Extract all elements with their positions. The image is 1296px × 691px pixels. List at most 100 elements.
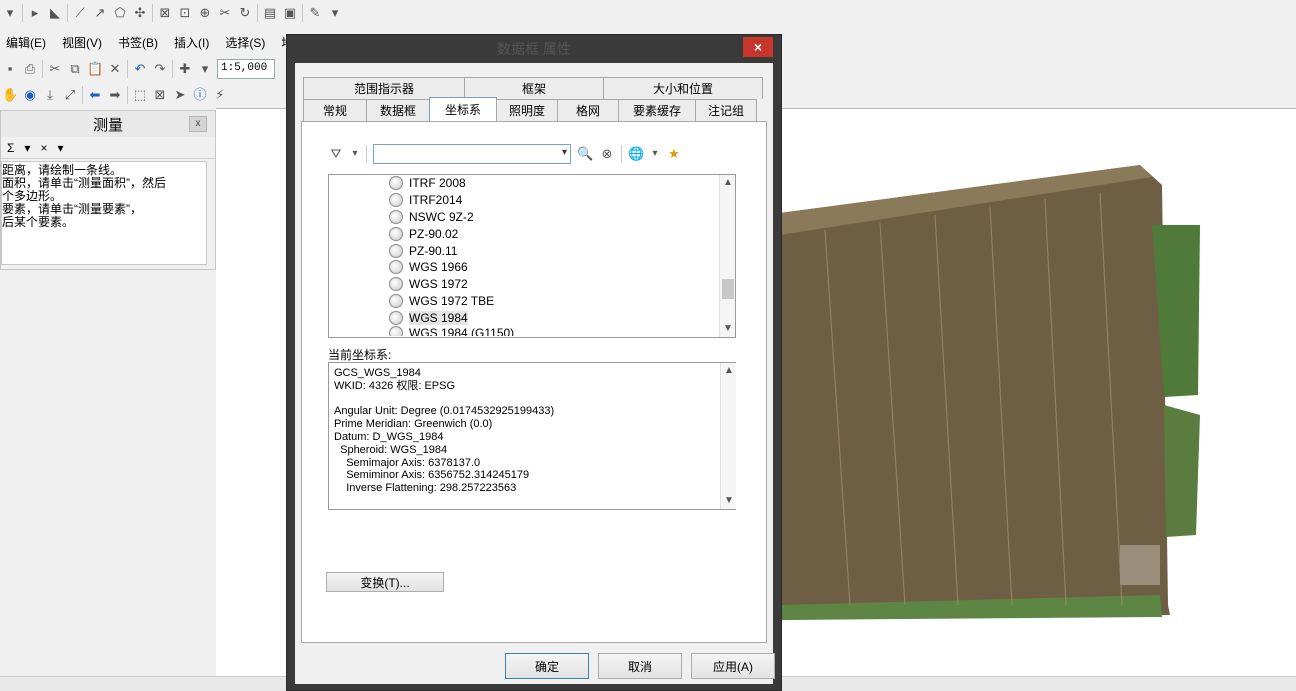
- paste-icon[interactable]: 📋: [87, 61, 103, 77]
- menu-insert[interactable]: 插入(I): [174, 34, 209, 51]
- globe-icon: [389, 176, 403, 191]
- map-scale-input[interactable]: 1:5,000: [217, 59, 275, 79]
- data-frame-properties-dialog: 数据框 属性 × 范围指示器 框架 大小和位置 常规 数据框 坐标系 照明度 格…: [286, 34, 782, 691]
- select-features-icon[interactable]: ⬚: [132, 87, 148, 103]
- rotate-icon[interactable]: ↻: [237, 5, 253, 21]
- list-item[interactable]: WGS 1972: [329, 276, 735, 293]
- add-data-icon[interactable]: ✚: [177, 61, 193, 77]
- forward-icon[interactable]: ➡: [107, 87, 123, 103]
- hyperlink-icon[interactable]: ⚡: [212, 87, 228, 103]
- list-item[interactable]: ITRF 2008: [329, 175, 735, 192]
- filter-icon[interactable]: ⛛: [328, 146, 344, 162]
- polygon-icon[interactable]: ⬠: [112, 5, 128, 21]
- globe-dropdown-icon[interactable]: ▾: [650, 146, 660, 162]
- dropdown-icon[interactable]: ▾: [2, 5, 18, 21]
- menu-view[interactable]: 视图(V): [62, 34, 102, 51]
- list-item[interactable]: WGS 1972 TBE: [329, 293, 735, 310]
- tab-size-position[interactable]: 大小和位置: [603, 77, 763, 99]
- list-item[interactable]: WGS 1966: [329, 259, 735, 276]
- tab-general[interactable]: 常规: [303, 99, 367, 121]
- favorites-icon[interactable]: ★: [666, 146, 682, 162]
- cs-name: NSWC 9Z-2: [409, 209, 474, 224]
- measure-close-button[interactable]: x: [189, 116, 207, 132]
- pan-icon[interactable]: ✋: [2, 87, 18, 103]
- clear-selection-icon[interactable]: ⊠: [152, 87, 168, 103]
- zoom-in-fixed-icon[interactable]: ⤓: [42, 87, 58, 103]
- tab-illumination[interactable]: 照明度: [496, 99, 558, 121]
- chevron-down-icon[interactable]: ▼: [720, 321, 735, 337]
- table-icon[interactable]: ▤: [262, 5, 278, 21]
- cancel-button[interactable]: 取消: [598, 653, 682, 679]
- dialog-title-bar[interactable]: 数据框 属性 ×: [287, 35, 781, 63]
- list-item[interactable]: ITRF2014: [329, 192, 735, 209]
- edit-vertices-icon[interactable]: ▸: [27, 5, 43, 21]
- filter-dropdown-icon[interactable]: ▾: [350, 146, 360, 162]
- image-icon[interactable]: ▣: [282, 5, 298, 21]
- sketch-properties-icon[interactable]: ✎: [307, 5, 323, 21]
- cs-name: WGS 1984 (G1150): [409, 326, 515, 337]
- tab-annotation-groups[interactable]: 注记组: [695, 99, 757, 121]
- move-icon[interactable]: ✣: [132, 5, 148, 21]
- tab-coordinate-system[interactable]: 坐标系: [429, 97, 497, 121]
- add-data-dropdown-icon[interactable]: ▾: [197, 61, 213, 77]
- full-extent-icon[interactable]: ◉: [22, 87, 38, 103]
- tab-extent-indicators[interactable]: 范围指示器: [303, 77, 465, 99]
- cut-icon[interactable]: ✂: [217, 5, 233, 21]
- cs-name: ITRF2014: [409, 193, 463, 208]
- scroll-thumb[interactable]: [722, 279, 734, 299]
- list-item-selected[interactable]: WGS 1984: [329, 309, 735, 326]
- undo-icon[interactable]: ↶: [132, 61, 148, 77]
- copy-icon[interactable]: ⧉: [67, 61, 83, 77]
- cross-icon[interactable]: ⊕: [197, 5, 213, 21]
- tab-feature-cache[interactable]: 要素缓存: [618, 99, 696, 121]
- list-item[interactable]: WGS 1984 (G1150): [329, 326, 735, 337]
- chevron-up-icon[interactable]: ▲: [720, 175, 735, 191]
- redo-icon[interactable]: ↷: [152, 61, 168, 77]
- sum-icon[interactable]: Σ: [7, 141, 14, 155]
- coordinate-system-tree[interactable]: ITRF 2008 ITRF2014 NSWC 9Z-2 PZ-90.02 PZ…: [328, 174, 736, 338]
- clear-icon[interactable]: ×: [40, 141, 47, 155]
- tab-frame[interactable]: 框架: [464, 77, 604, 99]
- menu-bookmarks[interactable]: 书签(B): [118, 34, 158, 51]
- globe-icon[interactable]: 🌐: [628, 146, 644, 162]
- measure-title-bar: 测量 x: [1, 111, 215, 137]
- list-item[interactable]: PZ-90.02: [329, 225, 735, 242]
- transform-button[interactable]: 变换(T)...: [326, 572, 444, 592]
- reshape-icon[interactable]: ◣: [47, 5, 63, 21]
- toolbar-more-icon[interactable]: ▾: [327, 5, 343, 21]
- globe-icon: [389, 193, 403, 208]
- details-scrollbar[interactable]: ▲ ▼: [720, 363, 736, 509]
- delete-icon[interactable]: ✕: [107, 61, 123, 77]
- list-item[interactable]: PZ-90.11: [329, 242, 735, 259]
- search-input[interactable]: ▾: [373, 144, 571, 164]
- curve-icon[interactable]: ↗: [92, 5, 108, 21]
- chevron-down-icon[interactable]: ▾: [562, 147, 567, 158]
- print-icon[interactable]: ⎙: [22, 61, 38, 77]
- list-item[interactable]: NSWC 9Z-2: [329, 209, 735, 226]
- cs-toolbar: ⛛ ▾ ▾ 🔍 ⊗ 🌐 ▾ ★: [328, 144, 682, 164]
- ok-button[interactable]: 确定: [505, 653, 589, 679]
- tab-data-frame[interactable]: 数据框: [366, 99, 430, 121]
- list-scrollbar[interactable]: ▲ ▼: [719, 175, 735, 337]
- split-icon[interactable]: ⊠: [157, 5, 173, 21]
- apply-button[interactable]: 应用(A): [691, 653, 775, 679]
- cut-icon[interactable]: ✂: [47, 61, 63, 77]
- zoom-out-fixed-icon[interactable]: ⤢: [62, 87, 78, 103]
- select-elements-icon[interactable]: ➤: [172, 87, 188, 103]
- vertex-icon[interactable]: ⊡: [177, 5, 193, 21]
- search-icon[interactable]: 🔍: [577, 146, 593, 162]
- menu-select[interactable]: 选择(S): [225, 34, 265, 51]
- close-button[interactable]: ×: [743, 37, 773, 57]
- chevron-down-icon[interactable]: ▾: [24, 141, 30, 155]
- chevron-down-icon[interactable]: ▾: [57, 141, 63, 155]
- line-icon[interactable]: ⟋: [72, 5, 88, 21]
- clear-search-icon[interactable]: ⊗: [599, 146, 615, 162]
- chevron-down-icon[interactable]: ▼: [721, 493, 737, 509]
- menu-edit[interactable]: 编辑(E): [6, 34, 46, 51]
- separator: [257, 4, 258, 22]
- save-icon[interactable]: ▪: [2, 61, 18, 77]
- tab-grids[interactable]: 格网: [557, 99, 619, 121]
- chevron-up-icon[interactable]: ▲: [721, 363, 737, 379]
- identify-icon[interactable]: ⓘ: [192, 87, 208, 103]
- back-icon[interactable]: ⬅: [87, 87, 103, 103]
